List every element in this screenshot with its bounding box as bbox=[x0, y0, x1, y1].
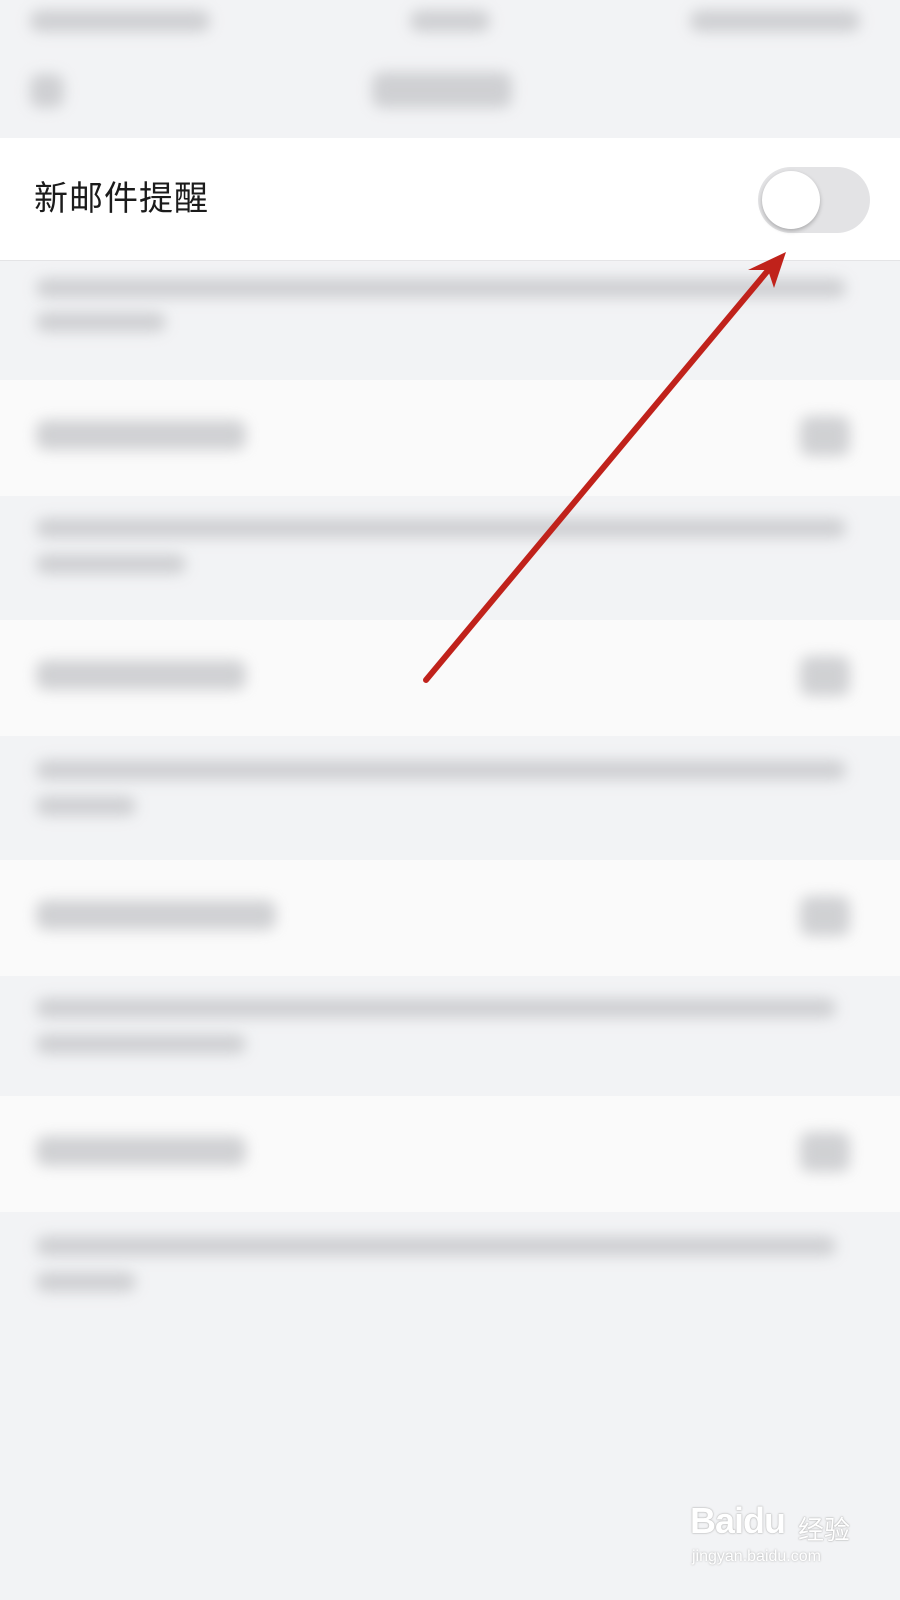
back-icon[interactable] bbox=[30, 74, 64, 108]
watermark: Baidu 经验 jingyan.baidu.com bbox=[690, 1500, 880, 1580]
setting-description bbox=[36, 1236, 836, 1256]
switch[interactable] bbox=[800, 1132, 850, 1172]
setting-row[interactable] bbox=[0, 1096, 900, 1212]
setting-description bbox=[36, 554, 186, 574]
watermark-url: jingyan.baidu.com bbox=[692, 1548, 821, 1565]
new-mail-alert-switch[interactable] bbox=[758, 167, 870, 233]
status-bar-battery-icon bbox=[690, 10, 860, 32]
setting-label-new-mail-alert: 新邮件提醒 bbox=[34, 179, 209, 219]
setting-description bbox=[36, 760, 846, 780]
status-bar-carrier bbox=[30, 10, 210, 32]
switch-knob bbox=[762, 171, 820, 229]
setting-label bbox=[36, 660, 246, 690]
setting-row[interactable] bbox=[0, 860, 900, 976]
page-title bbox=[372, 72, 512, 108]
setting-description bbox=[36, 1272, 136, 1292]
setting-label bbox=[36, 900, 276, 930]
setting-label bbox=[36, 420, 246, 450]
status-bar-time bbox=[410, 10, 490, 32]
setting-description bbox=[36, 998, 836, 1018]
navigation-bar bbox=[0, 50, 900, 138]
setting-label bbox=[36, 1136, 246, 1166]
setting-description bbox=[36, 278, 846, 298]
setting-row-new-mail-alert[interactable]: 新邮件提醒 bbox=[0, 138, 900, 261]
status-bar bbox=[0, 0, 900, 50]
setting-row[interactable] bbox=[0, 620, 900, 736]
setting-description bbox=[36, 1034, 246, 1054]
watermark-product: 经验 bbox=[798, 1516, 851, 1546]
setting-description bbox=[36, 518, 846, 538]
switch[interactable] bbox=[800, 416, 850, 456]
watermark-logo: Baidu bbox=[690, 1500, 786, 1541]
setting-row[interactable] bbox=[0, 380, 900, 496]
setting-description bbox=[36, 796, 136, 816]
switch[interactable] bbox=[800, 656, 850, 696]
setting-description bbox=[36, 312, 166, 332]
switch[interactable] bbox=[800, 896, 850, 936]
